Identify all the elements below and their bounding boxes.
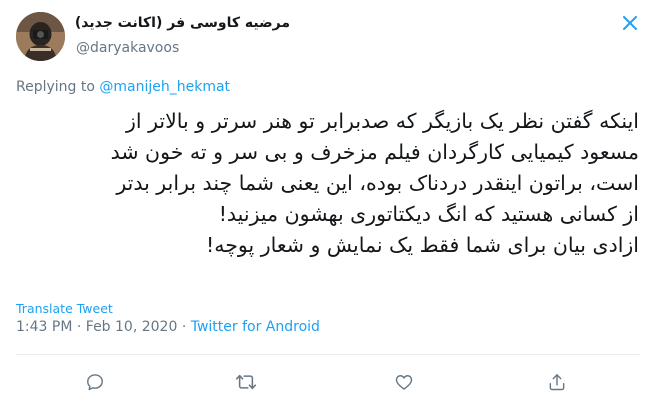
tweet-date[interactable]: Feb 10, 2020	[86, 319, 178, 335]
reply-icon[interactable]	[82, 369, 108, 395]
tweet-line: ازادی بیان برای شما فقط یک نمایش و شعار …	[206, 233, 639, 257]
replying-prefix: Replying to	[16, 79, 100, 95]
meta-separator: ·	[177, 319, 191, 335]
tweet-meta: 1:43 PM · Feb 10, 2020 · Twitter for And…	[16, 319, 320, 335]
tweet-source-link[interactable]: Twitter for Android	[191, 319, 320, 335]
avatar[interactable]	[16, 12, 65, 61]
tweet-line: است، براتون اینقدر دردناک بوده، این یعنی…	[116, 171, 639, 195]
translate-tweet-link[interactable]: Translate Tweet	[16, 301, 113, 316]
tweet-text: اینکه گفتن نظر یک بازیگر که صدبرابر تو ه…	[16, 106, 639, 261]
tweet-time[interactable]: 1:43 PM	[16, 319, 72, 335]
tweet-line: مسعود کیمیایی کارگردان فیلم مزخرف و بی س…	[110, 140, 639, 164]
author-display-name[interactable]: مرضیه کاوسی فر (اکانت جدید)	[75, 15, 290, 31]
tweet-line: اینکه گفتن نظر یک بازیگر که صدبرابر تو ه…	[125, 109, 639, 133]
author-handle[interactable]: @daryakavoos	[76, 40, 179, 56]
share-icon[interactable]	[544, 369, 570, 395]
reply-mention-link[interactable]: @manijeh_hekmat	[99, 79, 230, 95]
replying-to: Replying to @manijeh_hekmat	[16, 79, 230, 95]
heart-icon[interactable]	[391, 369, 417, 395]
close-icon[interactable]	[619, 12, 641, 34]
divider	[16, 354, 640, 355]
meta-separator: ·	[72, 319, 86, 335]
tweet-line: از کسانی هستید که انگ دیکتاتوری بهشون می…	[218, 202, 639, 226]
retweet-icon[interactable]	[233, 369, 259, 395]
